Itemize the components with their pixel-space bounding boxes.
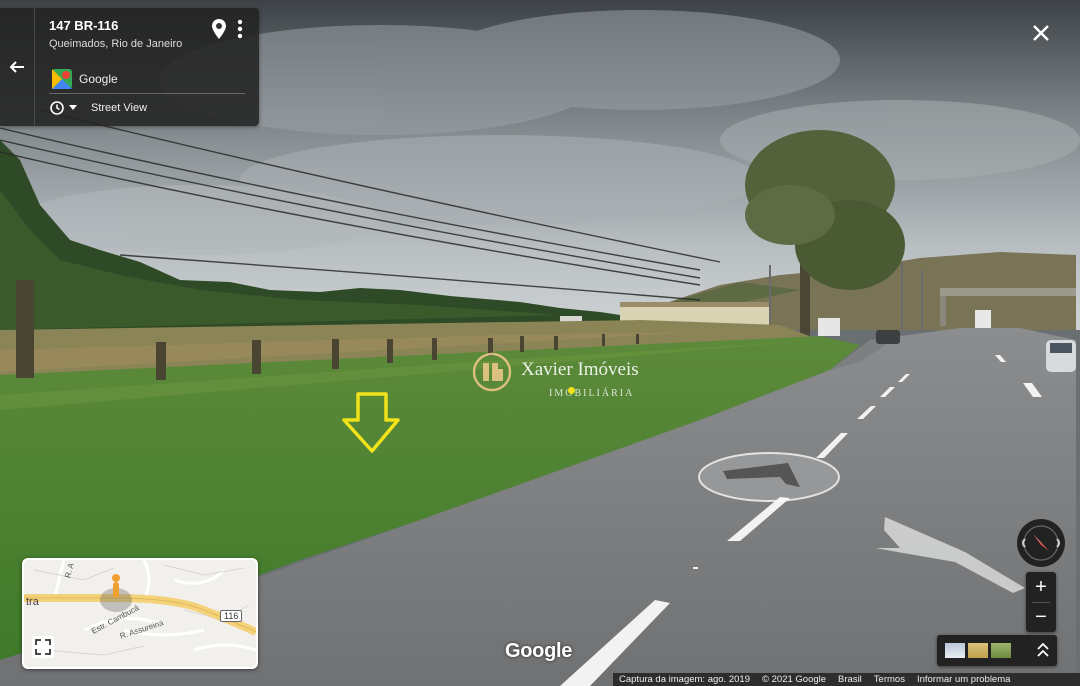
back-button[interactable] bbox=[0, 8, 35, 126]
location-pin-icon[interactable] bbox=[210, 18, 228, 40]
photo-thumbnail[interactable] bbox=[991, 643, 1011, 658]
close-icon[interactable] bbox=[1030, 22, 1052, 44]
watermark-name: Xavier Imóveis bbox=[521, 359, 639, 380]
compass-icon[interactable] bbox=[1015, 517, 1067, 569]
google-maps-icon bbox=[52, 69, 72, 89]
country-link[interactable]: Brasil bbox=[832, 674, 868, 685]
caret-down-icon bbox=[69, 105, 77, 110]
location-title: 147 BR-116 bbox=[49, 18, 119, 33]
zoom-in-button[interactable]: + bbox=[1026, 573, 1056, 602]
watermark: Xavier Imóveis IMOBILIÁRIA bbox=[472, 350, 672, 402]
car bbox=[876, 330, 900, 344]
report-problem-link[interactable]: Informar um problema bbox=[911, 674, 1016, 685]
arrow-left-icon bbox=[9, 61, 24, 73]
attribution-bar: Captura da imagem: ago. 2019 © 2021 Goog… bbox=[613, 673, 1080, 686]
fullscreen-icon[interactable] bbox=[32, 636, 54, 658]
terms-link[interactable]: Termos bbox=[868, 674, 911, 685]
photo-thumbnail[interactable] bbox=[945, 643, 965, 658]
minimap[interactable]: tra Estr. Cambucá R. Assureina 116 R. A bbox=[22, 558, 258, 669]
street-view-cursor bbox=[568, 387, 575, 394]
more-vert-icon[interactable] bbox=[233, 18, 247, 40]
photo-strip bbox=[937, 635, 1057, 666]
watermark-logo-icon bbox=[472, 352, 512, 392]
watermark-subtitle: IMOBILIÁRIA bbox=[549, 388, 635, 399]
overpass bbox=[940, 288, 1076, 296]
zoom-control: + − bbox=[1026, 572, 1056, 632]
pegman-icon bbox=[112, 574, 120, 598]
time-travel-button[interactable]: Street View bbox=[49, 100, 147, 116]
truck bbox=[975, 310, 991, 328]
chevron-up-icon[interactable] bbox=[1035, 641, 1051, 661]
google-maps-link[interactable]: Google bbox=[52, 69, 118, 89]
mode-label: Street View bbox=[91, 102, 148, 114]
truck bbox=[818, 318, 840, 336]
navigation-chevron[interactable] bbox=[698, 452, 840, 502]
map-label: tra bbox=[26, 596, 39, 608]
route-shield: 116 bbox=[220, 610, 243, 622]
photo-thumbnail[interactable] bbox=[968, 643, 988, 658]
location-subtitle: Queimados, Rio de Janeiro bbox=[49, 38, 183, 50]
clock-history-icon bbox=[50, 101, 64, 115]
google-logo: Google bbox=[505, 640, 573, 662]
copyright: © 2021 Google bbox=[761, 674, 827, 685]
location-card: 147 BR-116 Queimados, Rio de Janeiro Goo… bbox=[0, 8, 259, 126]
brand-label: Google bbox=[79, 72, 118, 86]
zoom-out-button[interactable]: − bbox=[1026, 603, 1056, 632]
divider bbox=[49, 93, 245, 94]
capture-date: Captura da imagem: ago. 2019 bbox=[619, 674, 750, 685]
